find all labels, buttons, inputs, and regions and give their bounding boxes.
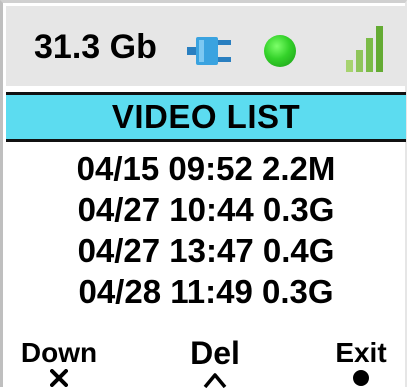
softkey-bar: Down Del Exit: [3, 329, 407, 390]
triangle-up-icon: [203, 373, 227, 388]
video-list-header: VIDEO LIST: [6, 92, 406, 142]
signal-strength-icon: [346, 26, 383, 72]
list-item[interactable]: 04/27 10:44 0.3G: [6, 189, 406, 230]
delete-softkey[interactable]: Del: [175, 335, 255, 388]
status-led-icon: [264, 35, 296, 67]
list-item[interactable]: 04/28 11:49 0.3G: [6, 271, 406, 312]
video-list: 04/15 09:52 2.2M 04/27 10:44 0.3G 04/27 …: [6, 148, 406, 312]
device-screen: 31.3 Gb VIDEO LIST 04/15 09:52 2.2M 04/2…: [0, 0, 407, 390]
status-bar: 31.3 Gb: [6, 6, 406, 86]
list-item[interactable]: 04/15 09:52 2.2M: [6, 148, 406, 189]
storage-indicator: 31.3 Gb: [34, 28, 157, 66]
cross-icon: [50, 369, 68, 387]
exit-softkey[interactable]: Exit: [321, 337, 401, 387]
circle-icon: [353, 370, 369, 386]
down-softkey[interactable]: Down: [19, 337, 99, 387]
exit-softkey-label: Exit: [335, 337, 387, 368]
down-softkey-label: Down: [20, 337, 98, 368]
delete-softkey-label: Del: [190, 335, 240, 371]
power-plug-icon: [187, 37, 231, 65]
list-item[interactable]: 04/27 13:47 0.4G: [6, 230, 406, 271]
page-title: VIDEO LIST: [111, 98, 301, 135]
